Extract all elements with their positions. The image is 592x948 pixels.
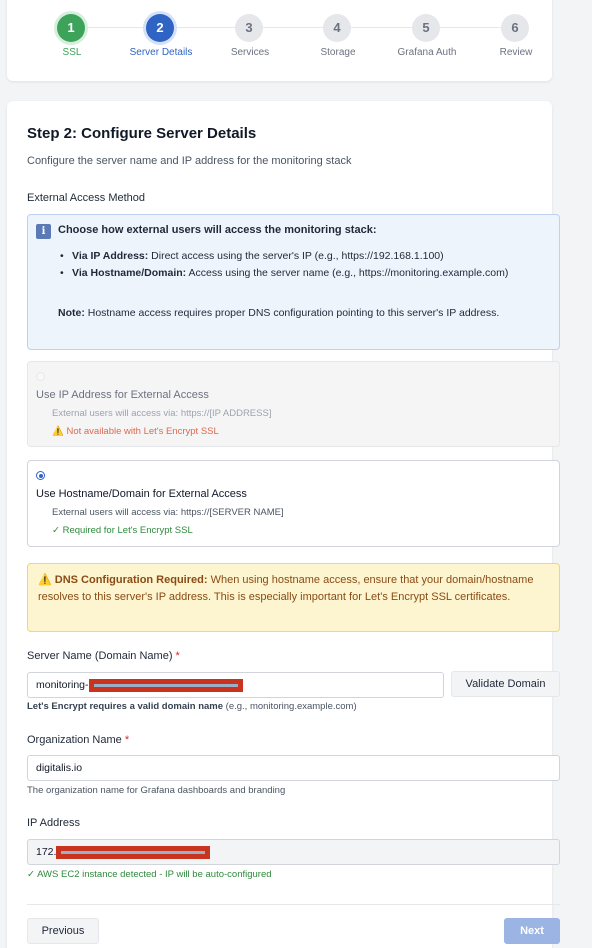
server-name-input[interactable]: monitoring- — [27, 672, 444, 698]
option-hostname[interactable]: Use Hostname/Domain for External Access … — [27, 460, 560, 547]
option-detail: External users will access via: https://… — [52, 507, 284, 518]
redacted-value — [56, 845, 211, 859]
radio-hostname[interactable] — [36, 471, 45, 480]
stepper-line — [73, 27, 515, 28]
step-number: 4 — [323, 14, 351, 42]
option-status: ✓ Required for Let's Encrypt SSL — [52, 525, 193, 536]
warning-title: ⚠️ DNS Configuration Required: — [38, 574, 208, 586]
page-subtitle: Configure the server name and IP address… — [27, 155, 352, 167]
option-title: Use IP Address for External Access — [36, 389, 209, 401]
option-status: ⚠️ Not available with Let's Encrypt SSL — [52, 426, 219, 437]
step-number: 6 — [501, 14, 529, 42]
server-name-help: Let's Encrypt requires a valid domain na… — [27, 701, 357, 712]
info-heading: Choose how external users will access th… — [58, 224, 377, 236]
dns-warning: ⚠️ DNS Configuration Required: When usin… — [27, 563, 560, 632]
radio-ip-address — [36, 372, 45, 381]
ip-address-label: IP Address — [27, 817, 80, 829]
option-detail: External users will access via: https://… — [52, 408, 272, 419]
info-icon: i — [36, 224, 51, 239]
ip-address-help: ✓ AWS EC2 instance detected - IP will be… — [27, 869, 272, 880]
next-button[interactable]: Next — [504, 918, 560, 944]
previous-button[interactable]: Previous — [27, 918, 99, 944]
step-number: 1 — [57, 14, 85, 42]
org-name-input[interactable]: digitalis.io — [27, 755, 560, 781]
wizard-stepper — [7, 0, 552, 81]
step-label: Server Details — [129, 47, 193, 58]
step-label: Services — [230, 47, 270, 58]
list-item: Via Hostname/Domain: Access using the se… — [58, 265, 548, 282]
access-info-box: i Choose how external users will access … — [27, 214, 560, 350]
option-ip-address: Use IP Address for External Access Exter… — [27, 361, 560, 447]
redacted-value — [88, 678, 243, 692]
server-name-label: Server Name (Domain Name) * — [27, 650, 180, 662]
page-title: Step 2: Configure Server Details — [27, 125, 257, 142]
step-number: 2 — [146, 14, 174, 42]
step-label: Storage — [320, 47, 356, 58]
ip-address-input[interactable]: 172. — [27, 839, 560, 865]
info-note: Note: Hostname access requires proper DN… — [58, 307, 500, 319]
list-item: Via IP Address: Direct access using the … — [58, 248, 548, 265]
org-name-label: Organization Name * — [27, 734, 130, 746]
step-label: Review — [499, 47, 533, 58]
validate-domain-button[interactable]: Validate Domain — [451, 671, 560, 697]
step-label: Grafana Auth — [397, 47, 457, 58]
info-list: Via IP Address: Direct access using the … — [58, 248, 548, 282]
org-name-help: The organization name for Grafana dashbo… — [27, 785, 286, 796]
footer-divider — [27, 904, 560, 905]
step-label: SSL — [62, 47, 82, 58]
step-number: 3 — [235, 14, 263, 42]
step-number: 5 — [412, 14, 440, 42]
access-method-label: External Access Method — [27, 192, 146, 204]
option-title: Use Hostname/Domain for External Access — [36, 488, 247, 500]
